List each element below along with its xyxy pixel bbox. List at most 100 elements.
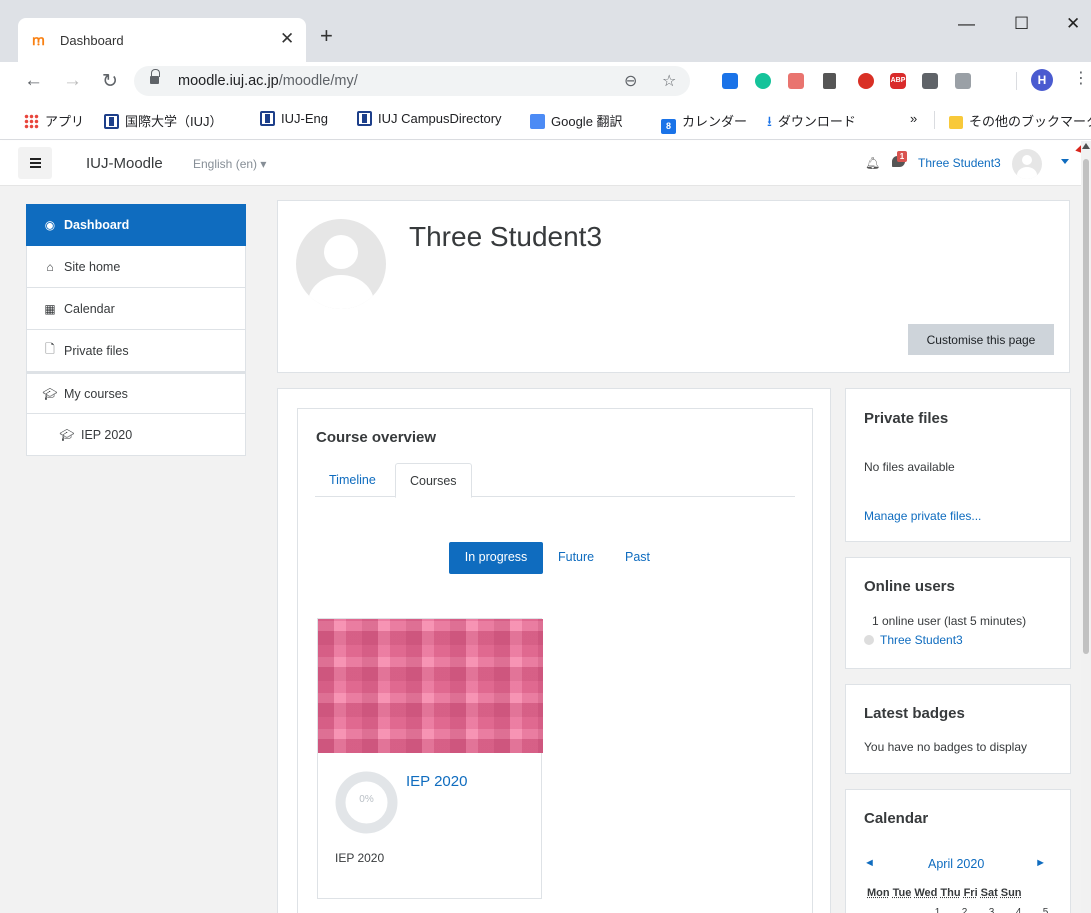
calendar-day[interactable]: 5	[1032, 907, 1059, 913]
browser-toolbar: ← → ↻ moodle.iuj.ac.jp/moodle/my/ ⊖ ☆ AB…	[0, 62, 1091, 100]
calendar-day[interactable]: 1	[924, 907, 951, 913]
nav-item-my-courses[interactable]: 🎓︎ My courses	[26, 372, 246, 414]
nav-item-calendar[interactable]: ▦ Calendar	[26, 288, 246, 330]
user-menu-name[interactable]: Three Student3	[918, 156, 1001, 170]
page-header: Three Student3 Customise this page	[277, 200, 1070, 373]
url-text[interactable]: moodle.iuj.ac.jp/moodle/my/	[178, 73, 358, 89]
file-icon: 🗋︎	[45, 342, 55, 356]
profile-avatar[interactable]: H	[1031, 69, 1053, 91]
course-overview-block: Course overview Timeline Courses In prog…	[297, 408, 813, 913]
extension-red-icon[interactable]	[788, 73, 804, 89]
scrollbar-thumb[interactable]	[1083, 159, 1089, 654]
back-arrow-icon[interactable]: ←	[24, 70, 43, 92]
block-title: Private files	[864, 410, 949, 427]
bookmark-apps[interactable]: アプリ	[24, 111, 84, 130]
nav-item-dashboard[interactable]: ◉ Dashboard	[26, 204, 246, 246]
iuj-icon	[104, 114, 119, 129]
bookmark-star-icon[interactable]: ☆	[662, 71, 676, 91]
language-menu[interactable]: English (en) ▾	[193, 157, 266, 171]
lock-icon[interactable]	[150, 69, 160, 84]
nav-item-private-files[interactable]: 🗋︎ Private files	[26, 330, 246, 372]
nav-item-site-home[interactable]: ⌂ Site home	[26, 246, 246, 288]
calendar-day[interactable]: 3	[978, 907, 1005, 913]
maximize-window-button[interactable]: ☐	[1014, 14, 1029, 34]
bookmark-iuj-eng[interactable]: IUJ-Eng	[260, 111, 328, 126]
online-users-summary: 1 online user (last 5 minutes)	[872, 614, 1027, 628]
empty-message: You have no badges to display	[864, 740, 1028, 754]
manage-private-files-link[interactable]: Manage private files...	[864, 509, 981, 523]
notification-bell-icon[interactable]: 🔔︎	[865, 156, 880, 170]
close-tab-icon[interactable]: ✕	[280, 29, 294, 49]
extension-clipboard-icon[interactable]	[823, 73, 836, 89]
user-menu-caret-icon[interactable]	[1061, 159, 1069, 164]
extension-cast-icon[interactable]	[955, 73, 971, 89]
zoom-icon[interactable]: ⊖	[624, 71, 637, 91]
calendar-day[interactable]: 2	[951, 907, 978, 913]
messages-toggle[interactable]: 1	[892, 151, 908, 171]
bookmark-download[interactable]: ⭳ ダウンロード	[767, 111, 856, 130]
weekday: Sat	[980, 887, 998, 899]
bookmark-google-translate[interactable]: Google 翻訳	[530, 111, 623, 130]
bookmarks-bar: アプリ 国際大学（IUJ） IUJ-Eng IUJ CampusDirector…	[0, 100, 1091, 140]
profile-picture[interactable]	[296, 219, 386, 309]
grammarly-extension-icon[interactable]	[755, 73, 771, 89]
home-icon: ⌂	[46, 259, 54, 274]
bookmark-calendar[interactable]: 8 カレンダー	[661, 111, 747, 134]
apps-grid-icon	[24, 114, 39, 129]
course-name-link[interactable]: IEP 2020	[406, 773, 467, 790]
previous-month-icon[interactable]: ◄	[864, 857, 875, 869]
close-window-button[interactable]: ✕	[1066, 14, 1080, 34]
tab-title: Dashboard	[60, 33, 124, 48]
tab-timeline[interactable]: Timeline	[315, 463, 390, 497]
extension-pdf-icon[interactable]	[858, 73, 874, 89]
adblock-plus-icon[interactable]: ABP	[890, 73, 906, 89]
progress-percent: 0%	[359, 794, 374, 805]
forward-arrow-icon[interactable]: →	[63, 70, 82, 92]
filter-future[interactable]: Future	[558, 542, 594, 574]
weekday: Mon	[867, 887, 890, 899]
course-category: IEP 2020	[335, 851, 385, 865]
dashboard-icon: ◉	[44, 218, 56, 232]
filter-past[interactable]: Past	[625, 542, 650, 574]
bookmark-iuj[interactable]: 国際大学（IUJ）	[104, 111, 223, 130]
course-card[interactable]: 0% IEP 2020 IEP 2020	[317, 618, 543, 899]
calendar-day[interactable]: 4	[1005, 907, 1032, 913]
graduation-cap-icon: 🎓︎	[42, 386, 58, 401]
calendar-icon: 8	[661, 119, 676, 134]
block-title: Course overview	[316, 429, 437, 446]
next-month-icon[interactable]: ►	[1035, 857, 1046, 869]
current-month[interactable]: April 2020	[928, 857, 984, 871]
page-scrollbar[interactable]	[1081, 141, 1091, 913]
course-image[interactable]	[318, 619, 543, 753]
graduation-cap-icon: 🎓︎	[59, 427, 75, 442]
toolbar-divider	[1016, 72, 1017, 90]
user-avatar[interactable]	[1012, 149, 1042, 179]
new-tab-button[interactable]: +	[320, 25, 333, 47]
minimize-window-button[interactable]: —	[958, 14, 975, 34]
bookmark-iuj-campus-directory[interactable]: IUJ CampusDirectory	[357, 111, 502, 126]
message-count-badge: 1	[897, 151, 907, 162]
private-files-block: Private files No files available Manage …	[845, 388, 1071, 542]
calendar-weekdays: Mon Tue Wed Thu Fri Sat Sun	[867, 887, 1025, 899]
other-bookmarks-folder[interactable]: その他のブックマーク	[949, 111, 1091, 130]
drawer-toggle-button[interactable]	[18, 147, 52, 179]
weekday: Fri	[963, 887, 978, 899]
block-title: Latest badges	[864, 705, 965, 722]
block-title: Calendar	[864, 810, 929, 827]
nav-item-course-iep-2020[interactable]: 🎓︎ IEP 2020	[26, 414, 246, 456]
page-title: Three Student3	[409, 221, 603, 252]
bookmarks-overflow-button[interactable]: »	[910, 111, 917, 126]
filter-in-progress[interactable]: In progress	[449, 542, 543, 574]
extension-chat-icon[interactable]	[922, 73, 938, 89]
site-name-link[interactable]: IUJ-Moodle	[86, 155, 163, 172]
reload-icon[interactable]: ↻	[102, 70, 118, 93]
weekday: Tue	[892, 887, 912, 899]
browser-tab[interactable]: ꭑ Dashboard ✕	[18, 18, 306, 62]
extension-translate-icon[interactable]	[722, 73, 738, 89]
online-user-link[interactable]: Three Student3	[864, 633, 963, 647]
address-bar[interactable]: moodle.iuj.ac.jp/moodle/my/ ⊖ ☆	[134, 66, 690, 96]
customise-page-button[interactable]: Customise this page	[908, 324, 1054, 355]
tab-courses[interactable]: Courses	[395, 463, 472, 498]
scroll-up-arrow-icon[interactable]	[1082, 143, 1090, 149]
chrome-menu-icon[interactable]: ⋮	[1073, 68, 1089, 88]
